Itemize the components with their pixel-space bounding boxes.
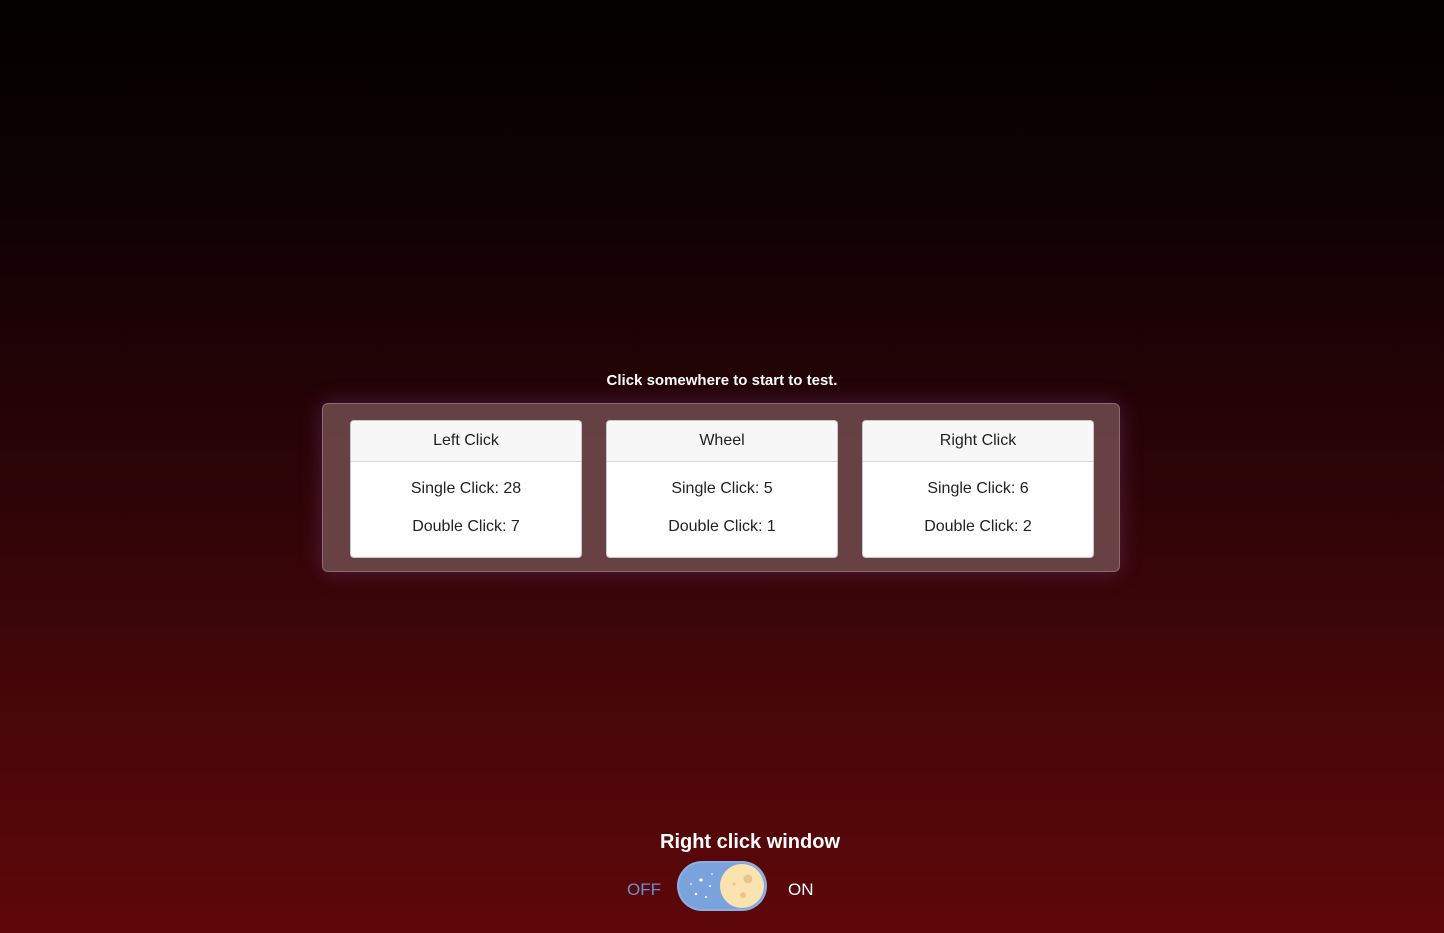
wheel-card: Wheel Single Click: 5 Double Click: 1	[606, 420, 838, 558]
toggle-off-label: OFF	[627, 880, 661, 899]
stars-icon	[690, 873, 713, 898]
wheel-double-click-count: Double Click: 1	[668, 518, 776, 535]
toggle-graphic	[690, 864, 764, 908]
right-click-window-title: Right click window	[660, 831, 841, 853]
right-click-window-toggle[interactable]	[677, 861, 767, 911]
left-click-card-title: Left Click	[351, 421, 581, 462]
toggle-on-label: ON	[788, 880, 814, 899]
right-click-card-title: Right Click	[863, 421, 1093, 462]
instruction-text: Click somewhere to start to test.	[606, 372, 838, 389]
moon-icon	[720, 864, 764, 908]
wheel-single-click-count: Single Click: 5	[671, 480, 773, 497]
right-single-click-count: Single Click: 6	[927, 480, 1029, 497]
right-double-click-count: Double Click: 2	[924, 518, 1032, 535]
right-click-card: Right Click Single Click: 6 Double Click…	[862, 420, 1094, 558]
wheel-card-title: Wheel	[607, 421, 837, 462]
left-single-click-count: Single Click: 28	[410, 480, 522, 497]
click-counter-panel[interactable]: Left Click Single Click: 28 Double Click…	[322, 403, 1120, 572]
left-double-click-count: Double Click: 7	[412, 518, 520, 535]
left-click-card: Left Click Single Click: 28 Double Click…	[350, 420, 582, 558]
